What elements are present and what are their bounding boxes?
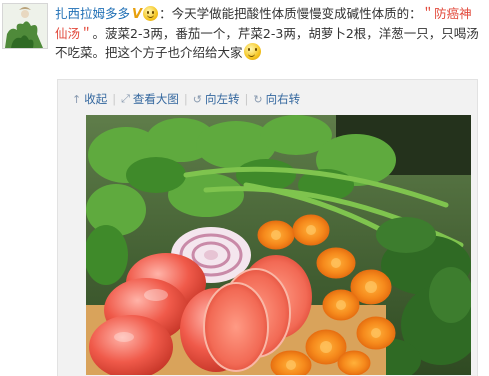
post-photo[interactable] [86, 115, 471, 375]
avatar-image [3, 4, 47, 48]
image-toolbar: ↑ 收起 | ⤢ 查看大图 | ↺ 向左转 | ↻ 向右转 [72, 91, 300, 107]
avatar[interactable] [2, 3, 48, 49]
rotate-right-icon: ↻ [253, 92, 263, 106]
view-large-button[interactable]: ⤢ 查看大图 [121, 91, 179, 107]
smile-emoticon-icon [243, 43, 261, 60]
collapse-button[interactable]: ↑ 收起 [72, 91, 107, 107]
post-text-part-2: 。菠菜2-3两，番茄一个，芹菜2-3两，胡萝卜2根，洋葱一只，只喝汤不吃菜。把这… [55, 26, 479, 60]
rotate-left-label: 向左转 [205, 92, 240, 106]
rotate-right-button[interactable]: ↻ 向右转 [253, 91, 300, 107]
verified-badge-icon[interactable]: V [132, 5, 142, 24]
username-link[interactable]: 扎西拉姆多多 [55, 6, 130, 21]
vegetables-photo [86, 115, 471, 375]
rotate-right-label: 向右转 [265, 92, 301, 106]
smile-emoticon-icon [143, 6, 159, 21]
rotate-left-icon: ↺ [192, 92, 202, 106]
zoom-icon: ⤢ [121, 92, 130, 105]
toolbar-divider: | [244, 92, 249, 106]
rotate-left-button[interactable]: ↺ 向左转 [193, 91, 240, 107]
toolbar-divider: | [183, 92, 188, 106]
up-arrow-icon: ↑ [72, 92, 82, 106]
view-large-label: 查看大图 [132, 92, 179, 106]
post-text: 扎西拉姆多多 V ：今天学做能把酸性体质慢慢变成碱性体质的：＂防癌神仙汤＂。菠菜2-… [55, 4, 483, 62]
toolbar-divider: | [112, 92, 117, 106]
post-text-part-1: ：今天学做能把酸性体质慢慢变成碱性体质的： [159, 6, 422, 21]
collapse-label: 收起 [84, 92, 108, 106]
